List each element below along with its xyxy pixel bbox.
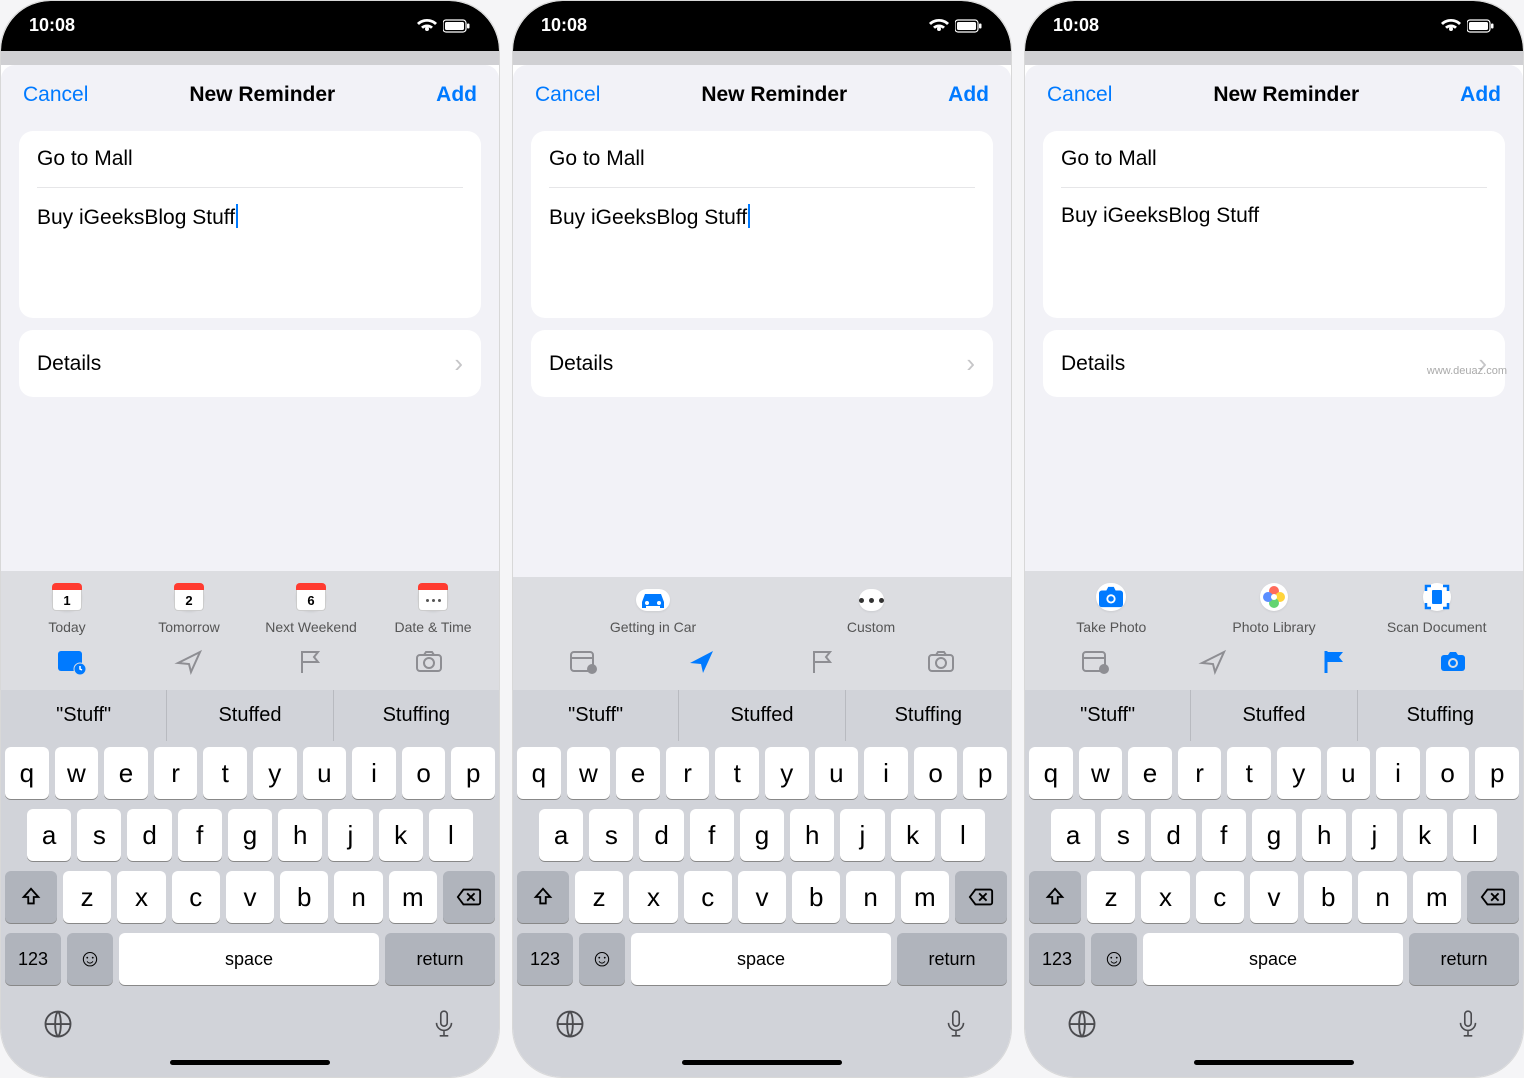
suggestion-1[interactable]: Stuffed bbox=[166, 690, 332, 741]
wifi-icon bbox=[417, 19, 437, 33]
key-v[interactable]: v bbox=[226, 871, 274, 923]
key-y[interactable]: y bbox=[253, 747, 297, 799]
key-p[interactable]: p bbox=[451, 747, 495, 799]
details-row[interactable]: Details› bbox=[531, 330, 993, 397]
tab-flag[interactable] bbox=[1318, 647, 1350, 680]
key-w[interactable]: w bbox=[55, 747, 99, 799]
reminder-title-input[interactable]: Go to Mall bbox=[1061, 131, 1487, 188]
reminder-card: Go to Mall Buy iGeeksBlog Stuff bbox=[19, 131, 481, 318]
mic-icon[interactable] bbox=[431, 1009, 457, 1044]
chip-next-weekend[interactable]: 6 bbox=[296, 583, 326, 611]
chip-getting-in-car[interactable] bbox=[636, 589, 670, 611]
key-g[interactable]: g bbox=[228, 809, 272, 861]
key-j[interactable]: j bbox=[328, 809, 372, 861]
key-return[interactable]: return bbox=[385, 933, 495, 985]
tab-location[interactable] bbox=[174, 647, 206, 680]
globe-icon[interactable] bbox=[43, 1009, 73, 1044]
key-n[interactable]: n bbox=[334, 871, 382, 923]
reminder-title-input[interactable]: Go to Mall bbox=[37, 131, 463, 188]
details-label: Details bbox=[37, 352, 101, 376]
key-k[interactable]: k bbox=[379, 809, 423, 861]
tab-camera[interactable] bbox=[413, 647, 445, 680]
key-r[interactable]: r bbox=[154, 747, 198, 799]
key-z[interactable]: z bbox=[63, 871, 111, 923]
reminder-title-input[interactable]: Go to Mall bbox=[549, 131, 975, 188]
key-t[interactable]: t bbox=[203, 747, 247, 799]
add-button[interactable]: Add bbox=[1460, 83, 1501, 107]
key-s[interactable]: s bbox=[77, 809, 121, 861]
key-space[interactable]: space bbox=[119, 933, 379, 985]
tab-camera[interactable] bbox=[925, 647, 957, 680]
tab-location[interactable] bbox=[686, 647, 718, 680]
key-h[interactable]: h bbox=[278, 809, 322, 861]
phone-location-variant: 10:08 CancelNew ReminderAdd Go to MallBu… bbox=[512, 0, 1012, 1078]
tab-calendar[interactable] bbox=[567, 647, 599, 680]
chip-photo-library[interactable] bbox=[1260, 583, 1288, 611]
chip-today[interactable]: 1 bbox=[52, 583, 82, 611]
chevron-right-icon: › bbox=[454, 348, 463, 379]
status-icons bbox=[417, 19, 471, 33]
tab-flag[interactable] bbox=[294, 647, 326, 680]
key-f[interactable]: f bbox=[178, 809, 222, 861]
phone-camera-variant: 10:08 CancelNew ReminderAdd Go to MallBu… bbox=[1024, 0, 1524, 1078]
key-b[interactable]: b bbox=[280, 871, 328, 923]
details-row[interactable]: Details › bbox=[19, 330, 481, 397]
key-q[interactable]: q bbox=[5, 747, 49, 799]
chip-tomorrow[interactable]: 2 bbox=[174, 583, 204, 611]
key-emoji[interactable]: ☺ bbox=[67, 933, 113, 985]
chip-take-photo[interactable] bbox=[1096, 583, 1126, 611]
chip-date-time[interactable] bbox=[418, 583, 448, 611]
reminder-notes-input[interactable]: Buy iGeeksBlog Stuff bbox=[37, 188, 463, 318]
chip-scan-document[interactable] bbox=[1423, 583, 1451, 611]
tab-camera[interactable] bbox=[1437, 647, 1469, 680]
key-x[interactable]: x bbox=[117, 871, 165, 923]
quick-toolbar: 1Today 2Tomorrow 6Next Weekend Date & Ti… bbox=[1, 571, 499, 690]
cancel-button[interactable]: Cancel bbox=[23, 83, 88, 107]
add-button[interactable]: Add bbox=[948, 83, 989, 107]
keyboard: q w e r t y u i o p a s d f g h j k l bbox=[1, 741, 499, 1077]
key-a[interactable]: a bbox=[27, 809, 71, 861]
reminder-notes-input[interactable]: Buy iGeeksBlog Stuff bbox=[1061, 188, 1487, 318]
keyboard-suggestions: "Stuff" Stuffed Stuffing bbox=[1, 690, 499, 741]
suggestion-2[interactable]: Stuffing bbox=[333, 690, 499, 741]
watermark: www.deuaz.com bbox=[1427, 365, 1507, 377]
cancel-button[interactable]: Cancel bbox=[1047, 83, 1112, 107]
key-backspace[interactable] bbox=[443, 871, 495, 923]
reminder-notes-input[interactable]: Buy iGeeksBlog Stuff bbox=[549, 188, 975, 318]
home-indicator[interactable] bbox=[170, 1060, 330, 1065]
battery-icon bbox=[443, 19, 471, 33]
phone-date-variant: 10:08 Cancel New Reminder Add Go to Mall… bbox=[0, 0, 500, 1078]
status-time: 10:08 bbox=[29, 15, 75, 36]
key-123[interactable]: 123 bbox=[5, 933, 61, 985]
tab-flag[interactable] bbox=[806, 647, 838, 680]
tab-calendar[interactable] bbox=[55, 647, 87, 680]
key-u[interactable]: u bbox=[303, 747, 347, 799]
details-row[interactable]: Details› bbox=[1043, 330, 1505, 397]
tab-location[interactable] bbox=[1198, 647, 1230, 680]
key-o[interactable]: o bbox=[402, 747, 446, 799]
key-m[interactable]: m bbox=[389, 871, 437, 923]
key-c[interactable]: c bbox=[172, 871, 220, 923]
add-button[interactable]: Add bbox=[436, 83, 477, 107]
nav-title: New Reminder bbox=[189, 83, 335, 107]
status-bar: 10:08 bbox=[1, 1, 499, 51]
cancel-button[interactable]: Cancel bbox=[535, 83, 600, 107]
tab-calendar[interactable] bbox=[1079, 647, 1111, 680]
key-l[interactable]: l bbox=[429, 809, 473, 861]
key-shift[interactable] bbox=[5, 871, 57, 923]
chip-custom[interactable] bbox=[859, 589, 884, 611]
key-i[interactable]: i bbox=[352, 747, 396, 799]
key-d[interactable]: d bbox=[127, 809, 171, 861]
suggestion-0[interactable]: "Stuff" bbox=[1, 690, 166, 741]
nav-bar: Cancel New Reminder Add bbox=[1, 65, 499, 125]
key-e[interactable]: e bbox=[104, 747, 148, 799]
